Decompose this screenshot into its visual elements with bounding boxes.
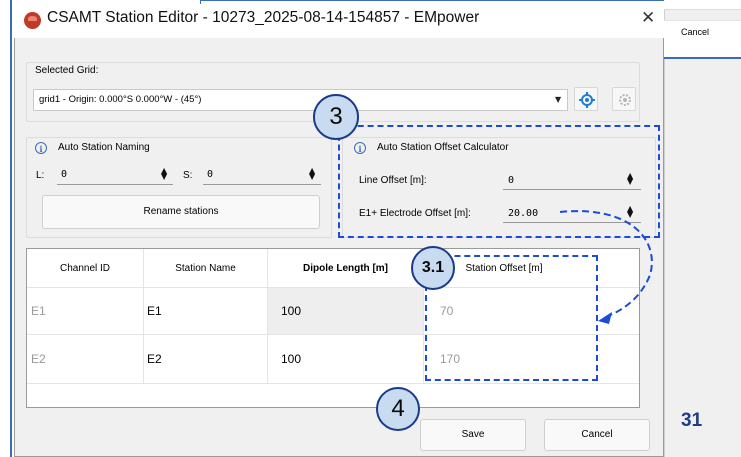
page-number: 31 [681, 410, 703, 431]
line-number-value: 0 [61, 169, 68, 180]
grid-options-icon [619, 94, 631, 106]
background-window-toolbar [664, 0, 741, 10]
grid-settings-button[interactable] [574, 87, 598, 111]
station-label: S: [183, 170, 193, 181]
cancel-label: Cancel [581, 429, 613, 440]
callout-4: 4 [376, 387, 420, 431]
background-cancel-row[interactable] [664, 20, 741, 59]
save-label: Save [461, 429, 485, 440]
callout-3-text: 3 [329, 103, 343, 130]
background-window-edge [0, 0, 12, 457]
header-channel-id[interactable]: Channel ID [27, 263, 143, 274]
spin-arrows-icon[interactable]: ▲ ▼ [161, 167, 167, 181]
grid-select-value: grid1 - Origin: 0.000°S 0.000°W - (45°) [39, 94, 202, 105]
header-dipole-length[interactable]: Dipole Length [m] [268, 263, 423, 274]
line-number-spinbox[interactable]: 0 ▲ ▼ [57, 165, 173, 185]
station-name-cell[interactable]: E2 [147, 352, 162, 366]
header-station-name[interactable]: Station Name [144, 263, 267, 274]
callout-3-1: 3.1 [411, 246, 455, 290]
dipole-length-cell[interactable]: 100 [281, 304, 301, 318]
save-button[interactable]: Save [420, 419, 526, 451]
background-cancel-label[interactable]: Cancel [681, 27, 709, 37]
chevron-down-icon[interactable]: ▼ [555, 95, 561, 104]
line-label: L: [36, 170, 45, 181]
channel-id-cell[interactable]: E1 [31, 304, 46, 318]
info-icon: i [35, 142, 47, 154]
callout-3-1-text: 3.1 [421, 259, 445, 276]
rename-stations-button[interactable]: Rename stations [42, 195, 320, 229]
dipole-length-cell[interactable]: 100 [281, 352, 301, 366]
callout-4-text: 4 [391, 395, 405, 422]
selected-grid-label: Selected Grid: [35, 65, 99, 76]
background-window [664, 0, 741, 457]
grid-options-button[interactable] [612, 87, 636, 111]
cancel-button[interactable]: Cancel [544, 419, 650, 451]
dialog-title: CSAMT Station Editor - 10273_2025-08-14-… [47, 9, 480, 26]
spin-arrows-icon[interactable]: ▲ ▼ [309, 167, 315, 181]
station-number-value: 0 [207, 169, 214, 180]
callout-3: 3 [313, 94, 359, 140]
rename-stations-label: Rename stations [143, 206, 219, 217]
channel-id-cell[interactable]: E2 [31, 352, 46, 366]
row-divider [27, 383, 639, 384]
auto-station-naming-label: Auto Station Naming [58, 142, 150, 153]
close-icon[interactable]: ✕ [641, 8, 655, 28]
offset-calculator-highlight [338, 125, 660, 238]
empower-app-icon [24, 12, 41, 29]
station-number-spinbox[interactable]: 0 ▲ ▼ [203, 165, 321, 185]
station-name-cell[interactable]: E1 [147, 304, 162, 318]
grid-select[interactable]: grid1 - Origin: 0.000°S 0.000°W - (45°) … [33, 89, 568, 111]
grid-settings-icon [579, 92, 595, 108]
